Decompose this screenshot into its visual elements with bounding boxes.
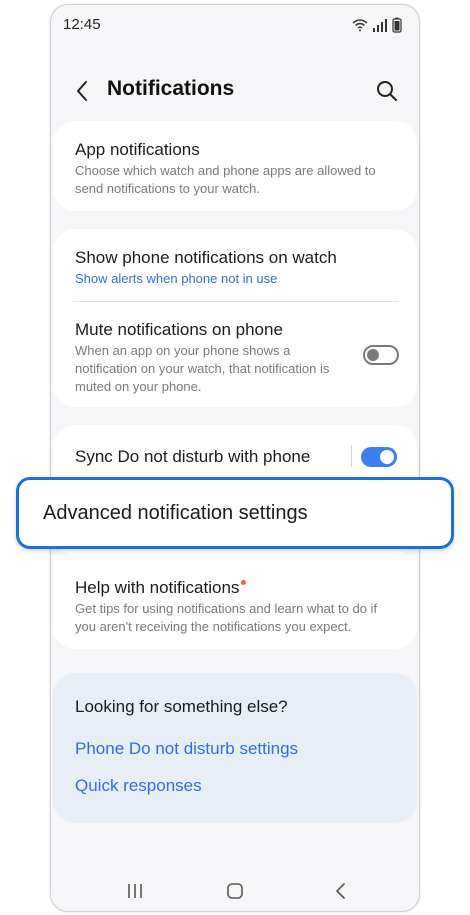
mute-notifications-row[interactable]: Mute notifications on phone When an app … xyxy=(75,319,337,396)
app-notifications-description: Choose which watch and phone apps are al… xyxy=(75,163,376,196)
advanced-notification-settings-row[interactable]: Advanced notification settings xyxy=(16,477,454,549)
show-phone-notifications-row[interactable]: Show phone notifications on watch Show a… xyxy=(75,247,395,288)
navigation-bar xyxy=(51,871,419,911)
help-card: Help with notifications Get tips for usi… xyxy=(53,555,417,649)
sync-dnd-row[interactable]: Sync Do not disturb with phone xyxy=(75,446,337,468)
divider xyxy=(73,301,399,302)
search-button[interactable] xyxy=(373,77,401,105)
toggle-separator xyxy=(351,445,352,467)
phone-frame: 12:45 Notifications App notifications Ch… xyxy=(50,4,420,912)
wifi-icon xyxy=(352,19,368,32)
help-title-text: Help with notifications xyxy=(75,578,240,597)
app-notifications-card: App notifications Choose which watch and… xyxy=(53,121,417,211)
quick-responses-link[interactable]: Quick responses xyxy=(75,776,202,796)
toggle-knob xyxy=(380,450,394,464)
chevron-left-icon xyxy=(77,81,87,101)
advanced-notification-settings-title: Advanced notification settings xyxy=(43,502,308,524)
sync-dnd-toggle[interactable] xyxy=(361,447,397,467)
show-phone-notifications-title: Show phone notifications on watch xyxy=(75,248,337,267)
back-button[interactable] xyxy=(69,75,97,107)
new-badge-dot xyxy=(241,580,247,585)
header: Notifications xyxy=(51,65,419,117)
mute-notifications-title: Mute notifications on phone xyxy=(75,320,283,339)
phone-notifications-card: Show phone notifications on watch Show a… xyxy=(53,229,417,407)
mute-notifications-toggle[interactable] xyxy=(363,345,399,365)
sync-dnd-title: Sync Do not disturb with phone xyxy=(75,447,311,466)
status-bar: 12:45 xyxy=(51,5,419,45)
toggle-knob xyxy=(367,349,379,361)
signal-icon xyxy=(373,19,387,32)
battery-icon xyxy=(392,17,402,33)
suggestions-card: Looking for something else? Phone Do not… xyxy=(53,673,417,823)
mute-notifications-description: When an app on your phone shows a notifi… xyxy=(75,343,330,394)
back-icon xyxy=(336,883,345,899)
status-icons xyxy=(351,17,405,33)
page-title: Notifications xyxy=(107,77,235,100)
status-time: 12:45 xyxy=(63,16,101,33)
help-description: Get tips for using notifications and lea… xyxy=(75,601,378,634)
home-button[interactable] xyxy=(223,879,247,903)
help-row[interactable]: Help with notifications Get tips for usi… xyxy=(75,577,395,636)
nav-back-button[interactable] xyxy=(329,879,353,903)
search-icon xyxy=(377,81,397,101)
suggestions-title: Looking for something else? xyxy=(75,697,288,716)
help-title: Help with notifications xyxy=(75,577,395,599)
recents-icon xyxy=(128,884,142,898)
recents-button[interactable] xyxy=(123,879,147,903)
home-icon xyxy=(227,883,243,899)
app-notifications-title: App notifications xyxy=(75,140,200,159)
phone-dnd-settings-link[interactable]: Phone Do not disturb settings xyxy=(75,739,298,759)
show-phone-notifications-value: Show alerts when phone not in use xyxy=(75,271,278,286)
app-notifications-row[interactable]: App notifications Choose which watch and… xyxy=(75,139,395,198)
